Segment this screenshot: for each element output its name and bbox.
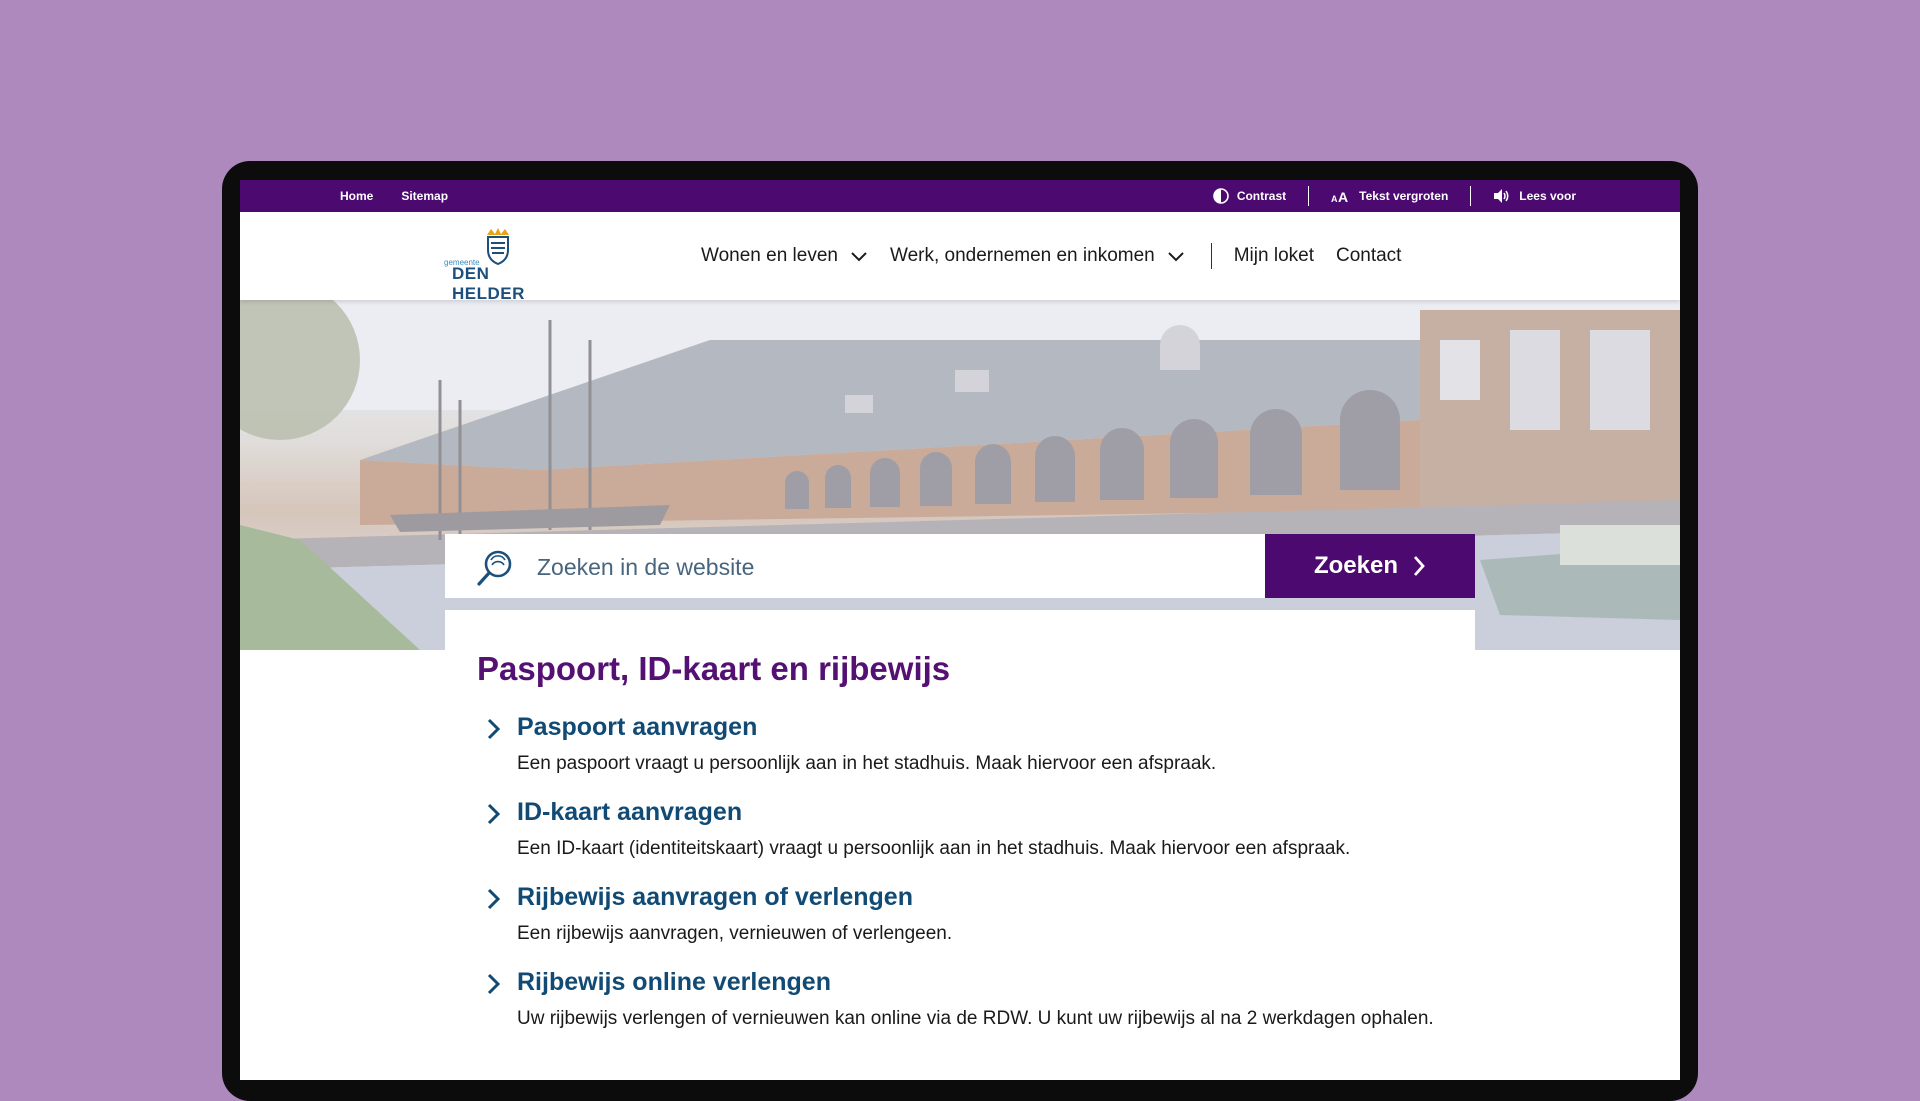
paspoort-aanvragen-link[interactable]: Paspoort aanvragen: [517, 710, 1457, 744]
page-title: Paspoort, ID-kaart en rijbewijs: [477, 650, 951, 687]
rijbewijs-aanvragen-link[interactable]: Rijbewijs aanvragen of verlengen: [517, 880, 1457, 914]
den-helder-logo[interactable]: gemeente DEN HELDER: [444, 226, 554, 303]
chevron-right-icon: [487, 973, 501, 995]
main-nav: Wonen en leven Werk, ondernemen en inkom…: [701, 212, 1423, 300]
nav-wonen-en-leven[interactable]: Wonen en leven: [701, 245, 868, 267]
search-input[interactable]: [535, 546, 1189, 588]
chevron-down-icon: [851, 252, 867, 262]
text-size-label: Tekst vergroten: [1359, 189, 1449, 203]
list-item: Rijbewijs online verlengen Uw rijbewijs …: [477, 965, 1457, 1032]
rijbewijs-online-verlengen-link[interactable]: Rijbewijs online verlengen: [517, 965, 1457, 999]
read-aloud-button[interactable]: Lees voor: [1470, 186, 1576, 206]
search-button-label: Zoeken: [1313, 552, 1399, 579]
browser-screen: Home Sitemap Contrast A A Tekst vergrote…: [240, 180, 1680, 1080]
id-kaart-aanvragen-link[interactable]: ID-kaart aanvragen: [517, 795, 1457, 829]
main-content: Paspoort, ID-kaart en rijbewijs Paspoort…: [445, 610, 1475, 1080]
list-item: Rijbewijs aanvragen of verlengen Een rij…: [477, 880, 1457, 947]
chevron-right-icon: [1413, 556, 1425, 576]
text-size-icon: A A: [1331, 189, 1348, 204]
chevron-down-icon: [1168, 252, 1184, 262]
link-description: Een ID-kaart (identiteitskaart) vraagt u…: [517, 838, 1351, 859]
link-list: Paspoort aanvragen Een paspoort vraagt u…: [477, 710, 1457, 1050]
link-description: Uw rijbewijs verlengen of vernieuwen kan…: [517, 1008, 1434, 1029]
link-description: Een rijbewijs aanvragen, vernieuwen of v…: [517, 923, 953, 944]
text-size-button[interactable]: A A Tekst vergroten: [1308, 186, 1470, 206]
crest-icon: [487, 228, 509, 266]
svg-text:A: A: [1338, 189, 1348, 204]
svg-text:A: A: [1331, 194, 1338, 204]
list-item: Paspoort aanvragen Een paspoort vraagt u…: [477, 710, 1457, 777]
nav-werk-ondernemen[interactable]: Werk, ondernemen en inkomen: [890, 245, 1185, 267]
nav-contact[interactable]: Contact: [1336, 245, 1401, 267]
chevron-right-icon: [487, 803, 501, 825]
nav-label: Contact: [1335, 245, 1402, 266]
speaker-icon: [1494, 189, 1509, 203]
site-header: gemeente DEN HELDER Wonen en leven Werk,…: [240, 212, 1680, 303]
home-link[interactable]: Home: [340, 189, 373, 203]
logo-name: DEN HELDER: [452, 264, 525, 303]
search-button[interactable]: Zoeken: [1265, 534, 1475, 598]
link-description: Een paspoort vraagt u persoonlijk aan in…: [517, 753, 1217, 774]
nav-label: Wonen en leven: [701, 245, 838, 266]
chevron-right-icon: [487, 888, 501, 910]
read-aloud-label: Lees voor: [1519, 189, 1576, 203]
search-bar: Zoeken: [445, 534, 1475, 598]
contrast-button[interactable]: Contrast: [1213, 186, 1308, 206]
nav-divider: [1210, 243, 1212, 269]
nav-label: Mijn loket: [1233, 245, 1314, 266]
nav-label: Werk, ondernemen en inkomen: [889, 245, 1155, 266]
sitemap-link[interactable]: Sitemap: [401, 189, 448, 203]
search-icon: [477, 550, 512, 586]
contrast-label: Contrast: [1236, 189, 1287, 203]
chevron-right-icon: [487, 718, 501, 740]
list-item: ID-kaart aanvragen Een ID-kaart (identit…: [477, 795, 1457, 862]
contrast-icon: [1213, 188, 1229, 204]
nav-mijn-loket[interactable]: Mijn loket: [1234, 245, 1314, 267]
utility-bar: Home Sitemap Contrast A A Tekst vergrote…: [240, 180, 1680, 212]
